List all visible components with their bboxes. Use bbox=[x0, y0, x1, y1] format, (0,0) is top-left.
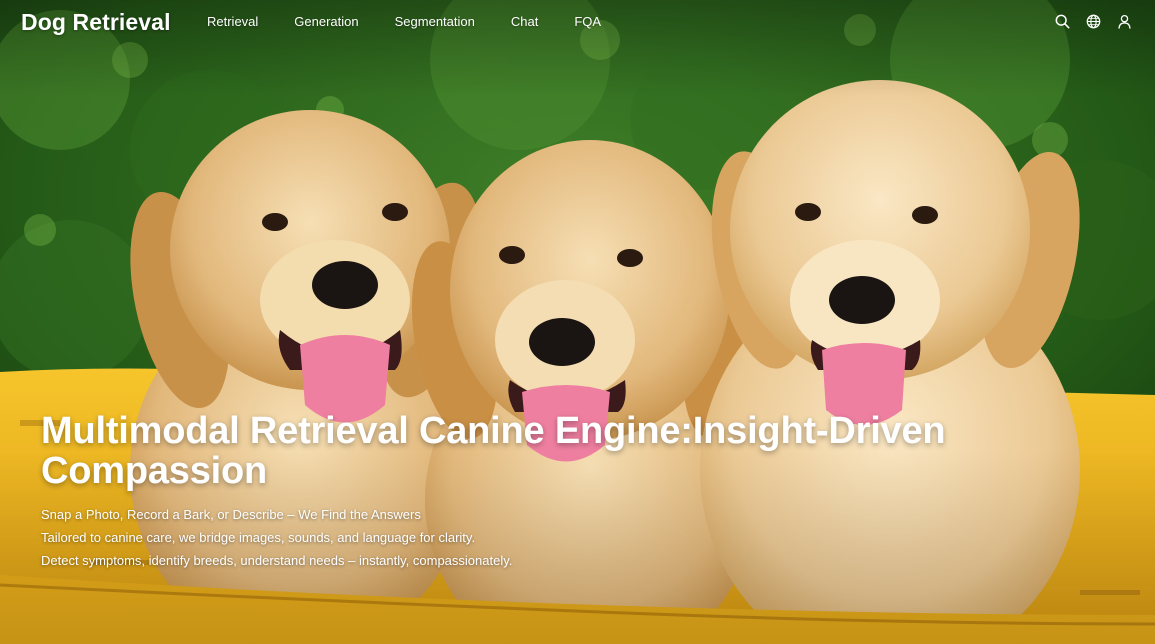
account-button[interactable] bbox=[1116, 13, 1133, 30]
search-button[interactable] bbox=[1054, 13, 1071, 30]
header-tools bbox=[1054, 13, 1133, 30]
brand-logo[interactable]: Dog Retrieval bbox=[21, 9, 171, 36]
search-icon bbox=[1055, 14, 1070, 29]
nav-item-fqa[interactable]: FQA bbox=[574, 14, 601, 29]
top-navigation-bar: Dog Retrieval Retrieval Generation Segme… bbox=[0, 0, 1155, 46]
language-button[interactable] bbox=[1085, 13, 1102, 30]
hero-line-3: Detect symptoms, identify breeds, unders… bbox=[41, 553, 513, 568]
user-icon bbox=[1118, 14, 1131, 29]
hero-line-2: Tailored to canine care, we bridge image… bbox=[41, 530, 476, 545]
hero-line-1: Snap a Photo, Record a Bark, or Describe… bbox=[41, 507, 421, 522]
nav-item-retrieval[interactable]: Retrieval bbox=[207, 14, 258, 29]
globe-icon bbox=[1086, 14, 1101, 29]
hero-title: Multimodal Retrieval Canine Engine:Insig… bbox=[41, 410, 946, 492]
hero-section: Dog Retrieval Retrieval Generation Segme… bbox=[0, 0, 1155, 644]
nav-item-generation[interactable]: Generation bbox=[294, 14, 358, 29]
hero-description: Snap a Photo, Record a Bark, or Describe… bbox=[41, 503, 1001, 572]
nav-item-segmentation[interactable]: Segmentation bbox=[395, 14, 475, 29]
hero-copy: Multimodal Retrieval Canine Engine:Insig… bbox=[41, 411, 1001, 572]
main-nav: Retrieval Generation Segmentation Chat F… bbox=[207, 14, 601, 29]
nav-item-chat[interactable]: Chat bbox=[511, 14, 538, 29]
